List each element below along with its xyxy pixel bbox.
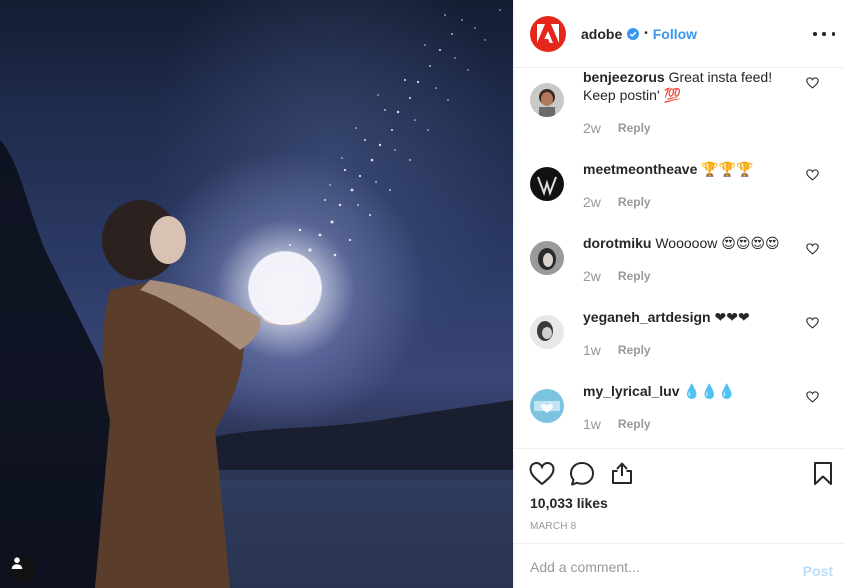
- follow-button[interactable]: Follow: [653, 26, 697, 42]
- lake-shape: [200, 470, 513, 588]
- comment-age: 1w: [583, 416, 601, 432]
- reply-button[interactable]: Reply: [618, 120, 651, 136]
- avatar[interactable]: [530, 389, 564, 423]
- likes-count[interactable]: 10,033 likes: [530, 495, 608, 511]
- comment-body: Wooooow 😍😍😍😍: [651, 235, 780, 251]
- user-tag-button[interactable]: [10, 556, 36, 582]
- post-photo: [0, 0, 513, 588]
- comment-age: 2w: [583, 268, 601, 284]
- avatar[interactable]: [530, 241, 564, 275]
- comment-input[interactable]: [530, 554, 780, 580]
- comment-username[interactable]: yeganeh_artdesign: [583, 309, 711, 325]
- post-details-panel: adobe • Follow benjeezorus Great insta f…: [513, 0, 844, 588]
- comment-meta: 1w Reply: [583, 342, 651, 358]
- comment-username[interactable]: dorotmiku: [583, 235, 651, 251]
- post-header: adobe • Follow: [514, 0, 844, 68]
- comment-meta: 2w Reply: [583, 268, 651, 284]
- account-avatar[interactable]: [530, 15, 566, 52]
- account-username[interactable]: adobe: [581, 26, 622, 42]
- comment-text: benjeezorus Great insta feed! Keep posti…: [583, 68, 803, 104]
- post-actions: 10,033 likes MARCH 8: [514, 448, 844, 532]
- far-hills-shape: [200, 400, 513, 480]
- post-date[interactable]: MARCH 8: [530, 521, 576, 532]
- adobe-logo-icon: [537, 23, 559, 43]
- comment-username[interactable]: benjeezorus: [583, 69, 665, 85]
- avatar[interactable]: [530, 83, 564, 117]
- sparkle-particles: [289, 9, 501, 272]
- comment-text: meetmeontheave 🏆🏆🏆: [583, 160, 803, 178]
- comment-like-icon[interactable]: [806, 391, 819, 403]
- comment-username[interactable]: meetmeontheave: [583, 161, 697, 177]
- comment-like-icon[interactable]: [806, 317, 819, 329]
- bookmark-icon[interactable]: [810, 460, 836, 486]
- comment-body: ❤❤❤: [710, 309, 750, 325]
- comment-meta: 1w Reply: [583, 416, 651, 432]
- reply-button[interactable]: Reply: [618, 194, 651, 210]
- comment-meta: 2w Reply: [583, 194, 651, 210]
- photo-scene: [0, 9, 513, 588]
- more-options-button[interactable]: [813, 24, 835, 44]
- comment-text: dorotmiku Wooooow 😍😍😍😍: [583, 234, 803, 252]
- comment-like-icon[interactable]: [806, 243, 819, 255]
- comment-body: 🏆🏆🏆: [697, 161, 754, 177]
- comment-age: 2w: [583, 194, 601, 210]
- more-dot-icon: [813, 32, 817, 36]
- more-dot-icon: [822, 32, 826, 36]
- share-icon[interactable]: [609, 460, 635, 486]
- comments-list[interactable]: benjeezorus Great insta feed! Keep posti…: [514, 68, 844, 448]
- reply-button[interactable]: Reply: [618, 342, 651, 358]
- avatar[interactable]: [530, 315, 564, 349]
- like-heart-icon[interactable]: [529, 461, 555, 487]
- separator-dot: •: [644, 28, 648, 39]
- comment-body: 💧💧💧: [679, 383, 736, 399]
- comment-age: 2w: [583, 120, 601, 136]
- comment-username[interactable]: my_lyrical_luv: [583, 383, 680, 399]
- comment-text: yeganeh_artdesign ❤❤❤: [583, 308, 803, 326]
- avatar[interactable]: [530, 167, 564, 201]
- post-comment-button[interactable]: Post: [803, 563, 833, 579]
- comment-age: 1w: [583, 342, 601, 358]
- comment-like-icon[interactable]: [806, 169, 819, 181]
- comment-text: my_lyrical_luv 💧💧💧: [583, 382, 803, 400]
- girl-face-shape: [150, 216, 186, 264]
- comment-bubble-icon[interactable]: [569, 461, 595, 487]
- verified-badge-icon: [627, 27, 640, 40]
- reply-button[interactable]: Reply: [618, 416, 651, 432]
- user-icon: [11, 557, 23, 569]
- reply-button[interactable]: Reply: [618, 268, 651, 284]
- comment-like-icon[interactable]: [806, 77, 819, 89]
- more-dot-icon: [831, 32, 835, 36]
- comment-meta: 2w Reply: [583, 120, 651, 136]
- add-comment-section: Post: [514, 543, 844, 588]
